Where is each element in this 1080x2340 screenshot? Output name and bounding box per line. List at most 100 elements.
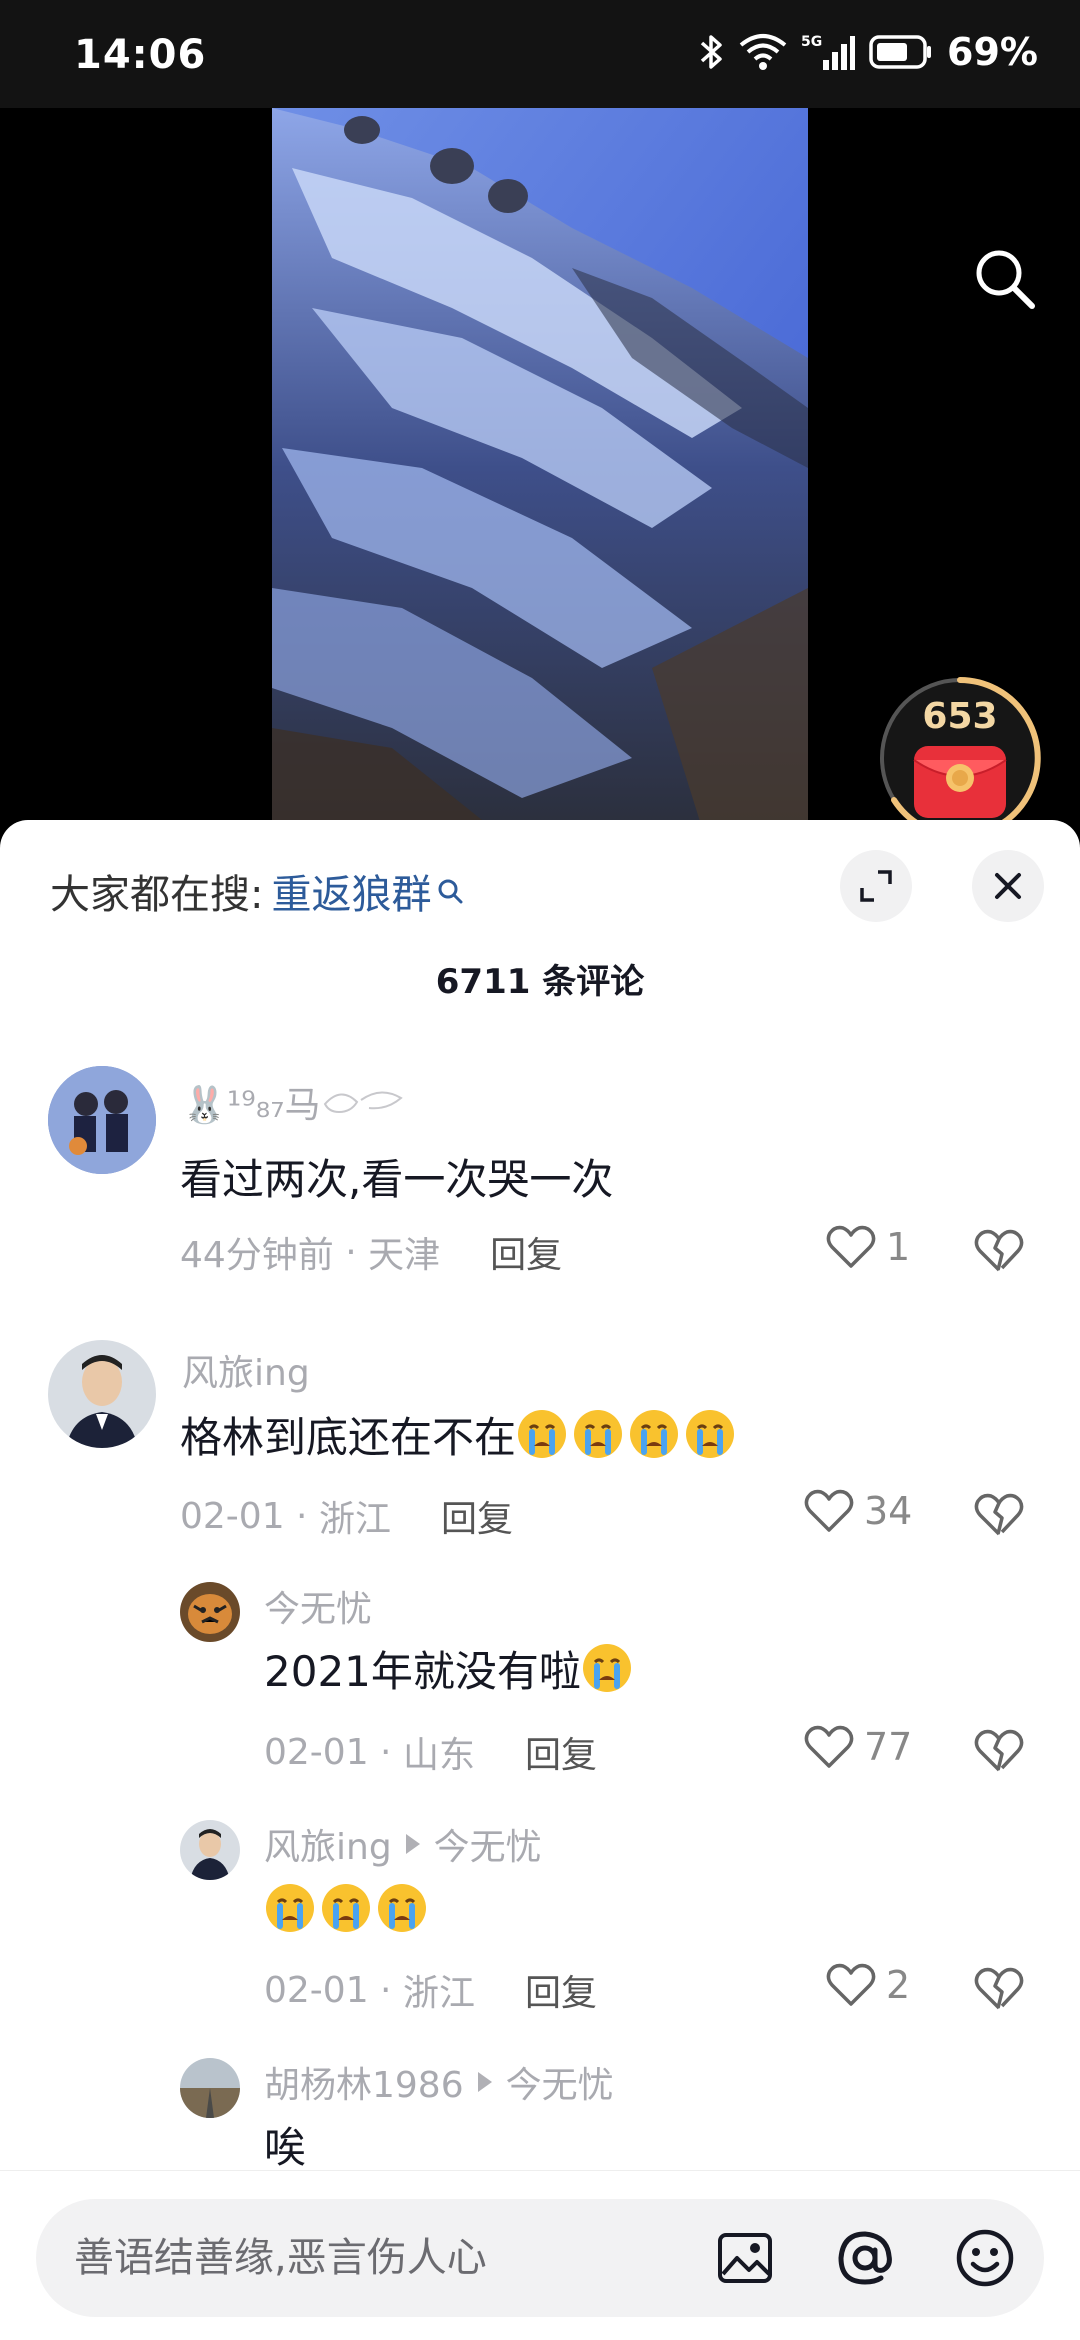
reply-to-username[interactable]: 今无忧	[434, 1818, 542, 1870]
comment-item: 🐰¹⁹₈₇马 看过两次,看一次哭一次 44分钟前 · 天津 回复 1	[0, 1066, 1080, 1306]
broken-heart-icon	[974, 1229, 1024, 1272]
avatar[interactable]	[48, 1340, 156, 1448]
video-image	[272, 108, 808, 828]
reply-time: 02-01	[264, 1969, 369, 2011]
reply-location: 浙江	[402, 1973, 475, 2014]
battery-icon	[869, 35, 932, 69]
red-packet-count: 653	[922, 696, 998, 737]
svg-text:5G: 5G	[801, 34, 822, 50]
image-button[interactable]	[714, 2227, 776, 2289]
crying-emoji	[574, 1410, 623, 1458]
broken-heart-icon	[974, 1729, 1024, 1772]
comment-username[interactable]: 🐰¹⁹₈₇马	[182, 1076, 405, 1128]
bluetooth-icon	[700, 35, 722, 69]
avatar[interactable]	[48, 1066, 156, 1174]
comment-count-title: 6711 条评论	[435, 962, 645, 1002]
like-button[interactable]: 34	[804, 1488, 912, 1534]
comment-username[interactable]: 风旅ing	[182, 1344, 310, 1396]
comment-location: 浙江	[318, 1499, 391, 1540]
search-icon	[976, 250, 1035, 309]
red-packet-widget[interactable]: 653	[876, 674, 1044, 828]
close-icon	[995, 873, 1021, 899]
reply-meta: 02-01 · 浙江 回复	[264, 1964, 597, 2016]
dislike-button[interactable]	[974, 1728, 1024, 1778]
video-player[interactable]: 653	[0, 108, 1080, 828]
crying-emoji	[266, 1884, 314, 1932]
hot-search-label: 大家都在搜:	[50, 872, 264, 918]
reply-username[interactable]: 今无忧	[264, 1580, 372, 1632]
reply-item: 风旅ing 今无忧 02-01 · 浙江 回复 2	[0, 1814, 1080, 2044]
crying-emoji	[582, 1644, 631, 1692]
mention-button[interactable]	[834, 2227, 896, 2289]
reply-button[interactable]: 回复	[525, 1726, 597, 1778]
search-small-icon	[438, 879, 463, 904]
crying-emoji	[322, 1884, 370, 1932]
avatar[interactable]	[180, 1820, 240, 1880]
battery-percent: 69%	[947, 30, 1038, 74]
comment-input-bar	[0, 2170, 1080, 2340]
reply-meta: 02-01 · 山东 回复	[264, 1726, 597, 1778]
smiley-icon	[956, 2229, 1014, 2287]
like-button[interactable]: 77	[804, 1724, 912, 1770]
video-frame[interactable]	[272, 108, 808, 828]
avatar[interactable]	[180, 2058, 240, 2118]
reply-item: 今无忧 2021年就没有啦 02-01 · 山东 回复 77	[0, 1576, 1080, 1806]
heart-icon	[826, 1963, 876, 2006]
search-button[interactable]	[964, 238, 1044, 318]
heart-icon	[804, 1725, 854, 1768]
dislike-button[interactable]	[974, 1966, 1024, 2016]
reply-item: 胡杨林1986 今无忧 唉	[0, 2052, 1080, 2172]
comment-location: 天津	[368, 1235, 441, 1276]
broken-heart-icon	[974, 1967, 1024, 2010]
like-button[interactable]: 2	[826, 1962, 910, 2008]
crying-emoji	[518, 1410, 567, 1458]
comment-item: 风旅ing 格林到底还在不在 02-01 · 浙江 回复 34	[0, 1340, 1080, 1580]
comment-text: 格林到底还在不在	[180, 1402, 740, 1466]
reply-button[interactable]: 回复	[441, 1490, 513, 1542]
status-bar: 14:06 5G 69%	[0, 0, 1080, 108]
reply-location: 山东	[402, 1735, 475, 1776]
status-time: 14:06	[74, 32, 207, 78]
image-icon	[718, 2233, 772, 2283]
wings-icon	[323, 1091, 403, 1114]
reply-button[interactable]: 回复	[525, 1964, 597, 2016]
dislike-button[interactable]	[974, 1492, 1024, 1542]
comment-text: 看过两次,看一次哭一次	[180, 1154, 614, 1204]
dislike-button[interactable]	[974, 1228, 1024, 1278]
like-button[interactable]: 1	[826, 1224, 910, 1270]
at-icon	[838, 2231, 892, 2285]
reply-to-username[interactable]: 今无忧	[506, 2056, 614, 2108]
avatar[interactable]	[180, 1582, 240, 1642]
signal-5g-icon: 5G	[801, 34, 856, 70]
status-icons: 5G 69%	[699, 30, 1038, 74]
sheet-header: 大家都在搜: 重返狼群 6711 条评论	[0, 820, 1080, 1002]
reply-username[interactable]: 胡杨林1986 今无忧	[264, 2056, 614, 2108]
comment-input-box[interactable]	[36, 2199, 1044, 2317]
close-button[interactable]	[972, 850, 1044, 922]
expand-button[interactable]	[840, 850, 912, 922]
heart-icon	[804, 1489, 854, 1532]
hot-search[interactable]: 大家都在搜: 重返狼群	[50, 862, 463, 920]
comment-sheet: 大家都在搜: 重返狼群 6711 条评论 🐰¹⁹₈₇马 看过两次,看一次哭一次 …	[0, 820, 1080, 2340]
reply-text: 唉	[264, 2122, 307, 2172]
comment-time: 02-01	[180, 1495, 285, 1537]
like-count: 1	[886, 1225, 911, 1269]
reply-button[interactable]: 回复	[490, 1226, 562, 1278]
reply-arrow-icon	[405, 1834, 420, 1854]
comment-meta: 02-01 · 浙江 回复	[180, 1490, 513, 1542]
expand-icon	[860, 870, 892, 902]
broken-heart-icon	[974, 1493, 1024, 1536]
reply-time: 02-01	[264, 1731, 369, 1773]
like-count: 2	[886, 1963, 911, 2007]
like-count: 77	[864, 1725, 913, 1769]
heart-icon	[826, 1225, 876, 1268]
hot-search-keyword[interactable]: 重返狼群	[271, 862, 431, 920]
crying-emoji	[686, 1410, 735, 1458]
reply-username[interactable]: 风旅ing 今无忧	[264, 1818, 542, 1870]
crying-emoji	[630, 1410, 679, 1458]
reply-arrow-icon	[477, 2072, 492, 2092]
comment-input[interactable]	[74, 2229, 714, 2287]
comment-meta: 44分钟前 · 天津 回复	[180, 1226, 562, 1278]
crying-emoji	[378, 1884, 426, 1932]
emoji-button[interactable]	[954, 2227, 1016, 2289]
